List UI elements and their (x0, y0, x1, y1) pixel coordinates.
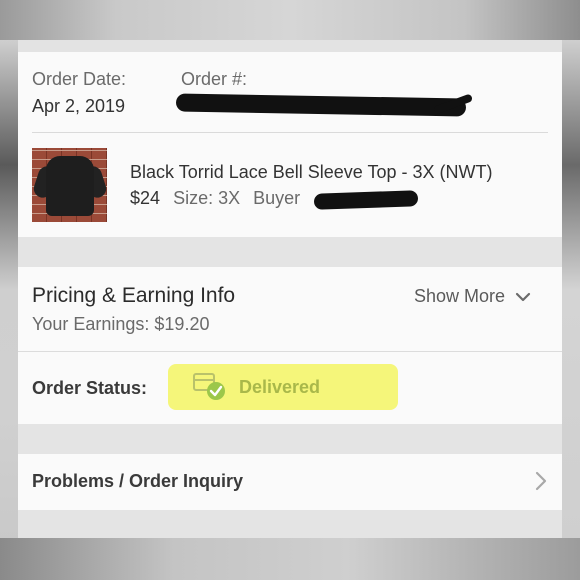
top-strip (18, 40, 562, 52)
order-date-label: Order Date: (32, 69, 127, 89)
order-status-value: Delivered (239, 377, 321, 397)
photo-background-bottom (0, 538, 580, 580)
order-status-label: Order Status: (32, 378, 148, 398)
show-more-button[interactable]: Show More (414, 286, 531, 307)
item-buyer-label: Buyer (253, 188, 301, 208)
item-price: $24 (130, 188, 161, 208)
photo-background-top (0, 0, 580, 40)
item-thumbnail[interactable] (32, 148, 107, 222)
order-number-redaction (175, 93, 467, 117)
section-gap (18, 237, 562, 267)
item-title[interactable]: Black Torrid Lace Bell Sleeve Top - 3X (… (130, 162, 492, 183)
order-date-value: Apr 2, 2019 (32, 96, 126, 116)
buyer-redaction (313, 190, 419, 210)
item-size-value: 3X (218, 188, 241, 208)
order-number-label: Order #: (181, 69, 248, 89)
pricing-section: Pricing & Earning Info Your Earnings: $1… (18, 267, 562, 351)
order-card: Order Date: Apr 2, 2019 Order #: Black T… (18, 52, 562, 237)
problems-inquiry-row[interactable]: Problems / Order Inquiry (18, 454, 562, 510)
order-status-section: Order Status: Delivered (18, 352, 562, 424)
bottom-gap (18, 510, 562, 538)
your-earnings: Your Earnings: $19.20 (32, 314, 210, 334)
chevron-right-icon (535, 471, 547, 491)
show-more-label: Show More (414, 286, 506, 306)
photo-background-left (0, 40, 18, 540)
chevron-down-icon (515, 292, 531, 301)
problems-inquiry-label: Problems / Order Inquiry (32, 471, 244, 491)
order-details-screen: Order Date: Apr 2, 2019 Order #: Black T… (18, 40, 562, 538)
section-gap (18, 424, 562, 454)
item-meta: $24 Size: 3X Buyer (130, 188, 300, 209)
pricing-title: Pricing & Earning Info (32, 284, 236, 307)
order-divider (32, 132, 548, 133)
package-delivered-icon (193, 373, 225, 400)
item-size-label: Size: (173, 188, 214, 208)
photo-background-right (562, 40, 580, 540)
